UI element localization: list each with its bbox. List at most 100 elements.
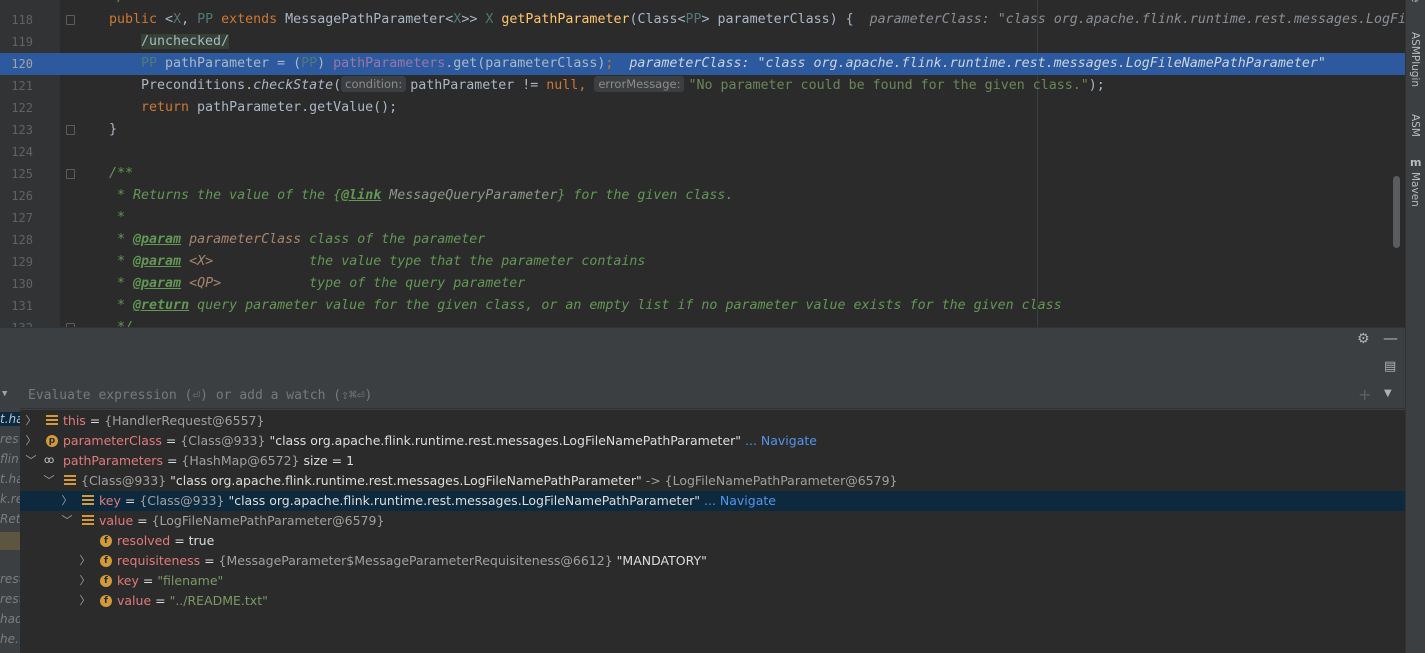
code-text: } xyxy=(109,122,118,137)
field-icon: f xyxy=(100,575,112,587)
code-line-122[interactable]: 122 return pathParameter.getValue(); xyxy=(0,97,1405,119)
tool-window-tab-asm[interactable]: ASM xyxy=(1409,114,1421,137)
watch-glasses-icon: oo xyxy=(44,455,54,466)
frame-item[interactable]: t.ha xyxy=(0,412,20,426)
line-number: 125 xyxy=(11,167,33,181)
line-number: 132 xyxy=(0,317,33,327)
variable-row-key-selected[interactable]: 〉 key = {Class@933} "class org.apache.fl… xyxy=(20,491,1405,511)
variable-text: requisiteness = {MessageParameter$Messag… xyxy=(117,553,707,568)
variable-row-value-readme[interactable]: 〉 f value = "../README.txt" xyxy=(20,591,1405,611)
code-text: /unchecked/ xyxy=(141,34,230,49)
code-line-132[interactable]: 132 */ xyxy=(0,317,1405,327)
expand-arrow-icon[interactable]: 〉 xyxy=(79,591,91,611)
code-line-126[interactable]: 126 * Returns the value of the {@link Me… xyxy=(0,185,1405,207)
code-line-125[interactable]: 125 /** xyxy=(0,163,1405,185)
fold-marker-icon[interactable] xyxy=(66,125,75,135)
variable-row-parameterclass[interactable]: 〉 p parameterClass = {Class@933} "class … xyxy=(20,431,1405,451)
gear-icon[interactable]: ⚙ xyxy=(1357,331,1370,347)
code-line-121[interactable]: 121 Preconditions.checkState(condition: p… xyxy=(0,75,1405,97)
tool-window-tab-maven[interactable]: Maven xyxy=(1409,172,1421,207)
variable-text: value = "../README.txt" xyxy=(117,593,268,608)
field-icon: f xyxy=(100,535,112,547)
code-line-123[interactable]: 123 } xyxy=(0,119,1405,141)
line-number: 121 xyxy=(11,79,33,93)
code-line-119[interactable]: 119 /unchecked/ xyxy=(0,31,1405,53)
add-icon[interactable]: + xyxy=(1358,385,1371,404)
frame-item[interactable]: res xyxy=(0,432,20,446)
variable-text: {Class@933} "class org.apache.flink.runt… xyxy=(81,473,898,488)
frame-item[interactable]: flin xyxy=(0,452,20,466)
map-entry-row[interactable]: ﹀ {Class@933} "class org.apache.flink.ru… xyxy=(20,471,1405,491)
line-number: 127 xyxy=(11,211,33,225)
collapse-arrow-icon[interactable]: ﹀ xyxy=(61,511,73,531)
minimize-icon[interactable]: — xyxy=(1383,329,1398,347)
frames-panel-edge[interactable]: ▼ t.ha res flin t.ha k.re Retr rest rest… xyxy=(0,380,20,653)
fold-marker-icon[interactable] xyxy=(66,15,75,25)
evaluate-expression-input[interactable]: Evaluate expression (⏎) or add a watch (… xyxy=(28,388,372,403)
chevron-down-icon[interactable]: ▼ xyxy=(2,389,7,399)
parameter-icon: p xyxy=(46,435,58,447)
code-text: Preconditions.checkState(condition: pathP… xyxy=(141,76,1105,93)
frame-item[interactable]: t.ha xyxy=(0,472,20,486)
frame-item[interactable]: Retr xyxy=(0,512,20,526)
line-number: 129 xyxy=(11,255,33,269)
editor-scrollbar[interactable] xyxy=(1393,176,1400,248)
expand-arrow-icon[interactable]: 〉 xyxy=(25,431,37,451)
right-tool-window-strip: e ASMPlugin ASM m Maven xyxy=(1405,0,1425,653)
field-icon: f xyxy=(100,595,112,607)
variable-row-resolved[interactable]: f resolved = true xyxy=(20,531,1405,551)
code-text: * @param <X> the value type that the par… xyxy=(109,254,646,269)
line-number: 119 xyxy=(11,35,33,49)
code-line-131[interactable]: 131 * @return query parameter value for … xyxy=(0,295,1405,317)
frame-item-highlight[interactable] xyxy=(0,532,20,550)
field-list-icon xyxy=(46,415,58,427)
collapse-arrow-icon[interactable]: ﹀ xyxy=(25,451,37,471)
expand-arrow-icon[interactable]: 〉 xyxy=(61,491,73,511)
line-number: 122 xyxy=(11,101,33,115)
code-line-129[interactable]: 129 * @param <X> the value type that the… xyxy=(0,251,1405,273)
code-line-128[interactable]: 128 * @param parameterClass class of the… xyxy=(0,229,1405,251)
field-list-icon xyxy=(82,515,94,527)
code-text: * Returns the value of the {@link Messag… xyxy=(109,188,734,203)
navigate-link[interactable]: ... Navigate xyxy=(700,493,776,508)
code-line-120-current[interactable]: 120 PP pathParameter = (PP) pathParamete… xyxy=(0,53,1405,75)
frame-item[interactable]: rest xyxy=(0,572,20,586)
frame-item[interactable]: he.f xyxy=(0,632,20,646)
variable-row-requisiteness[interactable]: 〉 f requisiteness = {MessageParameter$Me… xyxy=(20,551,1405,571)
line-number: 131 xyxy=(11,299,33,313)
tool-window-tab-cut[interactable]: e xyxy=(1409,0,1421,2)
collapse-arrow-icon[interactable]: ﹀ xyxy=(43,471,55,491)
variable-row-this[interactable]: 〉 this = {HandlerRequest@6557} xyxy=(20,411,1405,431)
navigate-link[interactable]: ... Navigate xyxy=(741,433,817,448)
frame-item[interactable]: had xyxy=(0,612,20,626)
code-line[interactable]: */ xyxy=(0,0,1405,9)
code-editor[interactable]: */ 118 public <X, PP extends MessagePath… xyxy=(0,0,1405,327)
field-list-icon xyxy=(82,495,94,507)
code-line-118[interactable]: 118 public <X, PP extends MessagePathPar… xyxy=(0,9,1405,31)
fold-marker-icon[interactable] xyxy=(66,169,75,179)
chevron-down-icon[interactable]: ▼ xyxy=(1384,388,1392,399)
variable-text: parameterClass = {Class@933} "class org.… xyxy=(63,433,817,448)
code-line-127[interactable]: 127 * xyxy=(0,207,1405,229)
maven-icon: m xyxy=(1410,156,1422,169)
frame-item[interactable]: k.re xyxy=(0,492,20,506)
variable-text: key = "filename" xyxy=(117,573,224,588)
expand-arrow-icon[interactable]: 〉 xyxy=(25,411,37,431)
code-text: return pathParameter.getValue(); xyxy=(141,100,398,115)
variables-tree[interactable]: 〉 this = {HandlerRequest@6557} 〉 p param… xyxy=(20,410,1405,653)
tool-window-tab-asmplugin[interactable]: ASMPlugin xyxy=(1409,32,1421,87)
frame-item[interactable]: rest xyxy=(0,592,20,606)
variable-row-key-filename[interactable]: 〉 f key = "filename" xyxy=(20,571,1405,591)
code-text: * @param <QP> type of the query paramete… xyxy=(109,276,526,291)
code-line-130[interactable]: 130 * @param <QP> type of the query para… xyxy=(0,273,1405,295)
evaluate-expression-bar[interactable]: Evaluate expression (⏎) or add a watch (… xyxy=(20,383,1405,409)
expand-arrow-icon[interactable]: 〉 xyxy=(79,571,91,591)
variable-row-value[interactable]: ﹀ value = {LogFileNamePathParameter@6579… xyxy=(20,511,1405,531)
line-number: 124 xyxy=(11,145,33,159)
layout-icon[interactable]: ▤ xyxy=(1384,359,1396,374)
code-text: */ xyxy=(109,0,125,9)
variable-row-pathparameters[interactable]: ﹀ oo pathParameters = {HashMap@6572} siz… xyxy=(20,451,1405,471)
expand-arrow-icon[interactable]: 〉 xyxy=(79,551,91,571)
code-text: */ xyxy=(109,317,133,327)
code-line-124[interactable]: 124 xyxy=(0,141,1405,163)
